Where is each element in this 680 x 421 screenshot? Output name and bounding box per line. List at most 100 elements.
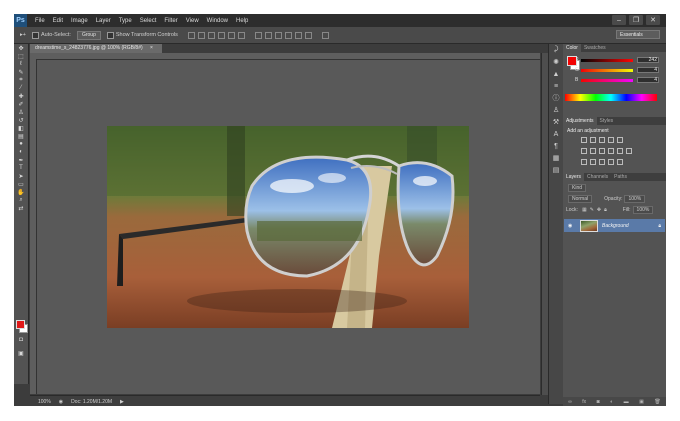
tab-adjustments[interactable]: Adjustments <box>563 117 597 125</box>
align-left-icon[interactable] <box>217 31 225 39</box>
auto-select-checkbox[interactable] <box>31 31 39 39</box>
opacity-field[interactable]: 100% <box>624 195 646 203</box>
layer-comps-icon[interactable]: ▤ <box>549 164 563 176</box>
red-value-field[interactable]: 242 <box>637 57 659 63</box>
brush-panel-icon[interactable]: ✺ <box>549 56 563 68</box>
eraser-icon[interactable]: ◧ <box>14 124 28 132</box>
foreground-color-swatch[interactable] <box>16 320 25 329</box>
vibrance-icon[interactable] <box>617 137 623 143</box>
distribute-bottom-icon[interactable] <box>274 31 282 39</box>
new-adjustment-layer-icon[interactable]: ◐ <box>610 399 613 405</box>
document-tab[interactable]: dreamstime_s_24823776.jpg @ 100% (RGB/8#… <box>30 44 162 53</box>
zoom-level[interactable]: 100% <box>38 399 51 405</box>
close-document-icon[interactable]: × <box>150 45 153 51</box>
actions-panel-icon[interactable]: ▦ <box>549 152 563 164</box>
photo-filter-icon[interactable] <box>608 148 614 154</box>
menu-window[interactable]: Window <box>203 18 232 24</box>
invert-icon[interactable] <box>581 159 587 165</box>
brush-tool-icon[interactable]: ✐ <box>14 100 28 108</box>
menu-help[interactable]: Help <box>232 18 252 24</box>
link-layers-icon[interactable]: ∞ <box>568 399 572 405</box>
menu-view[interactable]: View <box>182 18 203 24</box>
pen-tool-icon[interactable]: ✒ <box>14 156 28 164</box>
layer-row-background[interactable]: ◉ Background 🔒︎ <box>564 219 665 232</box>
close-button[interactable]: ✕ <box>646 15 660 25</box>
selective-color-icon[interactable] <box>617 159 623 165</box>
status-info-icon[interactable]: ◉ <box>59 399 63 405</box>
channel-mixer-icon[interactable] <box>617 148 623 154</box>
red-slider[interactable]: R 242 <box>575 57 659 64</box>
color-foreground-swatch[interactable] <box>567 56 577 66</box>
blend-mode-select[interactable]: Normal <box>568 195 593 203</box>
paragraph-panel-icon[interactable]: ¶ <box>549 140 563 152</box>
distribute-right-icon[interactable] <box>304 31 312 39</box>
character-panel-icon[interactable]: A <box>549 128 563 140</box>
show-transform-checkbox[interactable] <box>106 31 114 39</box>
tab-swatches[interactable]: Swatches <box>581 45 609 51</box>
workspace-select[interactable]: Essentials <box>616 30 660 39</box>
curves-icon[interactable] <box>599 137 605 143</box>
path-select-icon[interactable]: ➤ <box>14 172 28 180</box>
lock-transparency-icon[interactable]: ▦ <box>582 207 587 213</box>
zoom-tool-icon[interactable]: ⌕ <box>14 196 28 204</box>
align-bottom-icon[interactable] <box>207 31 215 39</box>
add-mask-icon[interactable]: ◙ <box>597 399 600 405</box>
hue-saturation-icon[interactable] <box>581 148 587 154</box>
type-tool-icon[interactable]: T <box>14 164 28 172</box>
properties-panel-icon[interactable]: ≡ <box>549 80 563 92</box>
green-value-field[interactable]: 4 <box>637 67 659 73</box>
healing-brush-icon[interactable]: ✚ <box>14 92 28 100</box>
brightness-contrast-icon[interactable] <box>581 137 587 143</box>
blue-slider[interactable]: B 4 <box>575 77 659 84</box>
auto-align-icon[interactable] <box>321 31 329 39</box>
lock-all-icon[interactable]: 🔒︎ <box>604 207 607 213</box>
tab-channels[interactable]: Channels <box>584 174 611 180</box>
color-spectrum-ramp[interactable] <box>565 94 657 101</box>
align-top-icon[interactable] <box>187 31 195 39</box>
blur-icon[interactable]: ● <box>14 140 28 148</box>
clone-source-icon[interactable]: ♙ <box>549 104 563 116</box>
minimize-button[interactable]: – <box>612 15 626 25</box>
marquee-tool-icon[interactable]: ⬚ <box>14 52 28 60</box>
new-group-icon[interactable]: ▬ <box>624 399 629 405</box>
tab-layers[interactable]: Layers <box>563 173 585 181</box>
lock-pixels-icon[interactable]: ✎ <box>590 207 594 213</box>
exposure-icon[interactable] <box>608 137 614 143</box>
visibility-eye-icon[interactable]: ◉ <box>568 223 574 229</box>
menu-select[interactable]: Select <box>136 18 161 24</box>
crop-tool-icon[interactable]: ⌗ <box>14 76 28 84</box>
tab-paths[interactable]: Paths <box>611 174 630 180</box>
move-tool-preset-icon[interactable]: ▸+ <box>20 32 26 38</box>
menu-image[interactable]: Image <box>67 18 92 24</box>
status-menu-arrow-icon[interactable]: ▶ <box>120 399 124 405</box>
layer-kind-filter[interactable]: Kind <box>568 184 587 192</box>
delete-layer-icon[interactable]: 🗑︎ <box>654 399 660 405</box>
tab-styles[interactable]: Styles <box>597 118 617 124</box>
align-right-icon[interactable] <box>237 31 245 39</box>
distribute-top-icon[interactable] <box>254 31 262 39</box>
posterize-icon[interactable] <box>590 159 596 165</box>
history-panel-icon[interactable]: ⤸ <box>549 44 563 56</box>
lasso-tool-icon[interactable]: ℓ <box>14 60 28 68</box>
align-middle-icon[interactable] <box>197 31 205 39</box>
move-tool-icon[interactable]: ✥ <box>14 44 28 52</box>
green-slider[interactable]: G 4 <box>575 67 659 74</box>
blue-value-field[interactable]: 4 <box>637 77 659 83</box>
distribute-middle-icon[interactable] <box>264 31 272 39</box>
info-panel-icon[interactable]: ⓘ <box>549 92 563 104</box>
quick-select-icon[interactable]: ✎ <box>14 68 28 76</box>
layer-style-icon[interactable]: fx <box>582 399 586 405</box>
swap-colors-icon[interactable]: ⇄ <box>14 204 28 212</box>
distribute-center-icon[interactable] <box>294 31 302 39</box>
gradient-icon[interactable]: ▤ <box>14 132 28 140</box>
dodge-icon[interactable]: ◐ <box>14 148 28 156</box>
document-canvas[interactable] <box>37 60 540 394</box>
new-layer-icon[interactable]: ▣ <box>639 399 644 405</box>
restore-button[interactable]: ❐ <box>629 15 643 25</box>
auto-select-target-select[interactable]: Group <box>76 30 101 40</box>
lock-position-icon[interactable]: ✥ <box>597 207 601 213</box>
menu-edit[interactable]: Edit <box>49 18 67 24</box>
threshold-icon[interactable] <box>599 159 605 165</box>
tool-presets-icon[interactable]: ⚒ <box>549 116 563 128</box>
quick-mask-icon[interactable]: ◘ <box>14 336 28 344</box>
